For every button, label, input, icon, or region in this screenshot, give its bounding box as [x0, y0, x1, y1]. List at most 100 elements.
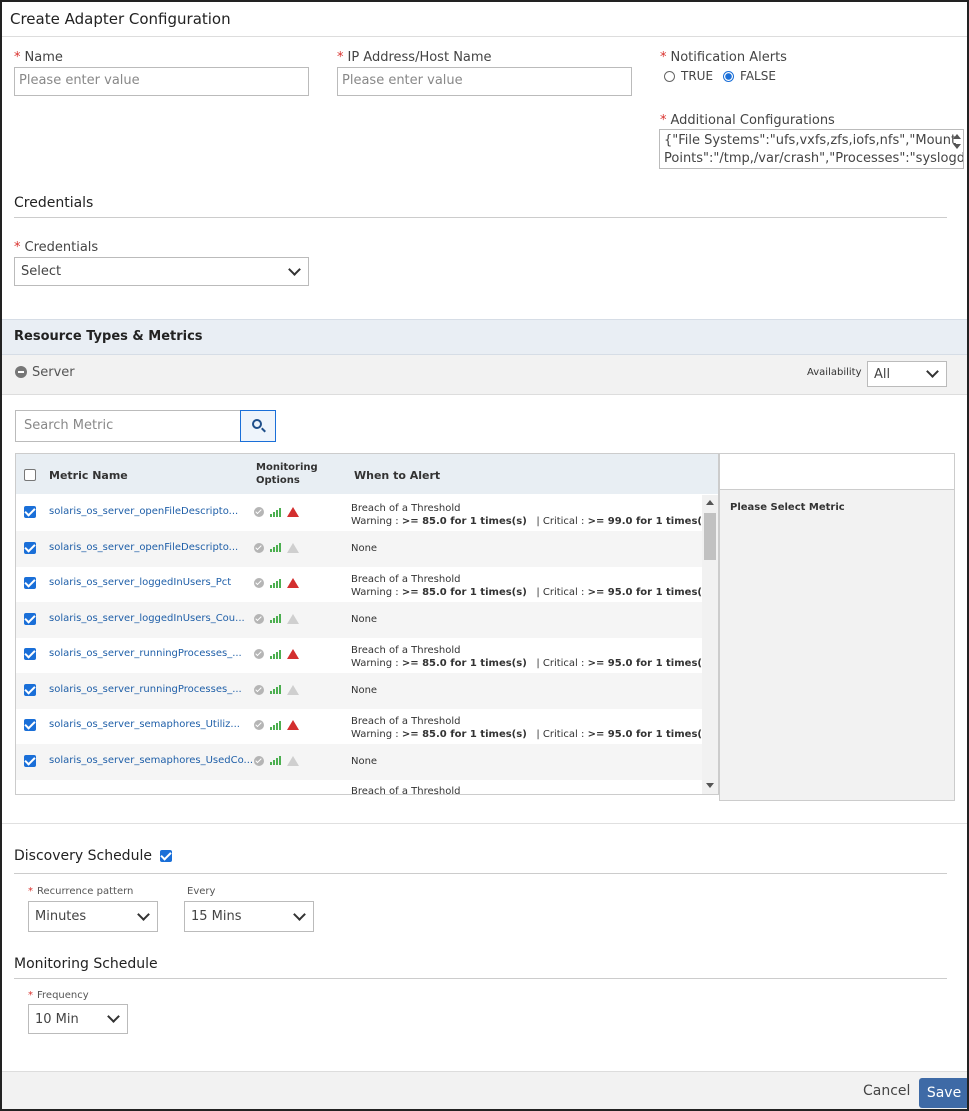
table-row[interactable]: solaris_os_server_loggedInUsers_Cou... No…: [16, 601, 702, 638]
alert-triangle-icon[interactable]: [287, 542, 299, 553]
alert-none: None: [351, 613, 378, 625]
alert-triangle-icon[interactable]: [287, 720, 299, 730]
row-checkbox[interactable]: [24, 648, 36, 660]
scroll-down-icon[interactable]: [706, 783, 714, 788]
scroll-up-icon[interactable]: [706, 500, 714, 505]
frequency-value: 10 Min: [35, 1011, 79, 1027]
frequency-select[interactable]: 10 Min: [28, 1004, 128, 1034]
required-marker: *: [660, 50, 667, 65]
table-row[interactable]: solaris_os_server_openFileDescripto... Br…: [16, 495, 712, 531]
credentials-label-wrap: * Credentials: [14, 240, 98, 255]
warning-value: >= 85.0 for 1 times(s): [401, 658, 527, 669]
required-marker: *: [660, 113, 667, 128]
row-checkbox[interactable]: [24, 612, 36, 625]
metric-detail-panel: Please Select Metric: [719, 489, 955, 801]
row-checkbox[interactable]: [24, 719, 36, 731]
alert-triangle-icon[interactable]: [287, 755, 299, 766]
chevron-down-icon: [137, 907, 150, 921]
performance-bars-icon[interactable]: [270, 685, 281, 694]
divider: [14, 873, 947, 874]
table-row[interactable]: solaris_os_server_openFileDescripto... No…: [16, 530, 702, 567]
performance-bars-icon[interactable]: [270, 614, 281, 623]
metric-name-link[interactable]: solaris_os_server_openFileDescripto...: [49, 542, 238, 553]
performance-bars-icon[interactable]: [270, 543, 281, 552]
availability-check-icon[interactable]: [254, 755, 264, 766]
critical-prefix: | Critical :: [536, 516, 588, 527]
warning-prefix: Warning :: [351, 587, 402, 598]
alert-thresholds: Warning : >= 85.0 for 1 times(s) | Criti…: [351, 728, 712, 741]
discovery-checkbox[interactable]: [159, 850, 172, 862]
metric-name-link[interactable]: solaris_os_server_runningProcesses_...: [49, 648, 242, 659]
availability-label: Availability: [807, 367, 862, 378]
metric-name-link[interactable]: solaris_os_server_semaphores_UsedCo...: [49, 755, 253, 766]
availability-check-icon[interactable]: [254, 720, 264, 730]
metric-name-link[interactable]: solaris_os_server_loggedInUsers_Pct: [49, 577, 231, 588]
name-input[interactable]: Please enter value: [14, 67, 309, 96]
availability-check-icon[interactable]: [254, 613, 264, 624]
table-row[interactable]: solaris_os_server_semaphores_Utiliz... Br…: [16, 708, 712, 744]
scroll-down-icon[interactable]: [953, 144, 961, 149]
metric-name-link[interactable]: solaris_os_server_runningProcesses_...: [49, 684, 242, 695]
divider: [14, 217, 947, 218]
credentials-select[interactable]: Select: [14, 257, 309, 286]
row-checkbox[interactable]: [24, 506, 36, 518]
collapse-icon[interactable]: [15, 366, 27, 378]
required-marker: *: [28, 886, 33, 897]
alert-triangle-icon[interactable]: [287, 507, 299, 517]
availability-check-icon[interactable]: [254, 684, 264, 695]
alert-triangle-icon[interactable]: [287, 613, 299, 624]
select-all-checkbox[interactable]: [24, 469, 36, 481]
alert-triangle-icon[interactable]: [287, 649, 299, 659]
col-monitoring-options: Monitoring Options: [256, 461, 318, 487]
performance-bars-icon[interactable]: [270, 720, 281, 730]
ip-input[interactable]: Please enter value: [337, 67, 632, 96]
critical-value: >= 95.0 for 1 times(s): [587, 729, 713, 740]
table-row[interactable]: solaris_os_server_runningProcesses_... Br…: [16, 637, 712, 673]
radio-false-label: FALSE: [740, 69, 776, 83]
performance-bars-icon[interactable]: [270, 507, 281, 517]
monitoring-options: [254, 755, 299, 766]
recurrence-label: Recurrence pattern: [37, 886, 134, 897]
cancel-button[interactable]: Cancel: [863, 1083, 910, 1099]
performance-bars-icon[interactable]: [270, 649, 281, 659]
alert-triangle-icon[interactable]: [287, 684, 299, 695]
scroll-up-icon[interactable]: [953, 134, 961, 139]
recurrence-select[interactable]: Minutes: [28, 901, 158, 932]
additional-config-textarea[interactable]: {"File Systems":"ufs,vxfs,zfs,iofs,nfs",…: [659, 129, 964, 169]
availability-select[interactable]: All: [867, 361, 947, 387]
availability-check-icon[interactable]: [254, 507, 264, 517]
chevron-down-icon: [107, 1010, 120, 1023]
row-checkbox[interactable]: [24, 683, 36, 696]
alert-thresholds: Warning : >= 85.0 for 1 times(s) | Criti…: [351, 586, 712, 599]
radio-true[interactable]: [664, 70, 675, 82]
col-monitoring-1: Monitoring: [256, 462, 318, 473]
scroll-thumb[interactable]: [704, 513, 716, 560]
performance-bars-icon[interactable]: [270, 578, 281, 588]
required-marker: *: [337, 50, 344, 65]
search-icon-handle: [261, 427, 266, 433]
table-row[interactable]: solaris_os_server_semaphores_UsedCo... No…: [16, 743, 702, 780]
table-row[interactable]: solaris_os_server_loggedInUsers_Pct Breac…: [16, 566, 712, 602]
alert-triangle-icon[interactable]: [287, 578, 299, 588]
server-row: Server Availability All: [2, 355, 967, 395]
table-row[interactable]: solaris_os_server_runningProcesses_... No…: [16, 672, 702, 709]
col-when-to-alert: When to Alert: [354, 469, 441, 482]
every-select[interactable]: 15 Mins: [184, 901, 314, 932]
row-checkbox[interactable]: [24, 541, 36, 554]
search-button[interactable]: [240, 410, 276, 442]
availability-check-icon[interactable]: [254, 542, 264, 553]
metric-name-link[interactable]: solaris_os_server_openFileDescripto...: [49, 506, 238, 517]
metric-name-link[interactable]: solaris_os_server_semaphores_Utiliz...: [49, 719, 240, 730]
row-checkbox[interactable]: [24, 754, 36, 767]
performance-bars-icon[interactable]: [270, 756, 281, 765]
radio-false[interactable]: [723, 70, 735, 82]
save-button[interactable]: Save: [919, 1078, 967, 1108]
search-metric-input[interactable]: Search Metric: [15, 410, 242, 442]
availability-check-icon[interactable]: [254, 649, 264, 659]
credentials-value: Select: [21, 264, 62, 279]
availability-check-icon[interactable]: [254, 578, 264, 588]
chevron-down-icon: [288, 262, 301, 276]
row-checkbox[interactable]: [24, 577, 36, 589]
metric-name-link[interactable]: solaris_os_server_loggedInUsers_Cou...: [49, 613, 245, 624]
table-scrollbar[interactable]: [702, 495, 718, 794]
